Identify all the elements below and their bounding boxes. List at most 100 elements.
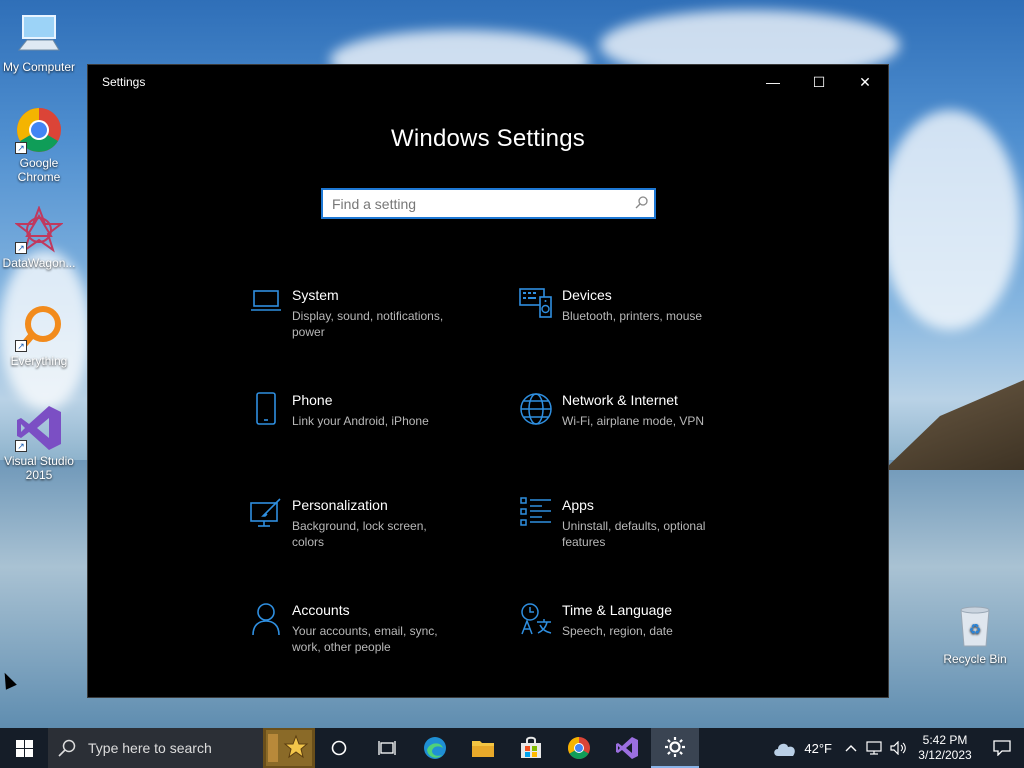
tile-description: Display, sound, notifications, power (292, 309, 444, 339)
shortcut-arrow-icon: ↗ (15, 142, 27, 154)
cortana-button[interactable] (315, 728, 363, 768)
tile-name: Time & Language (562, 602, 672, 618)
tile-name: Accounts (292, 602, 350, 618)
desktop-icon-everything[interactable]: ↗ Everything (0, 304, 78, 368)
page-title: Windows Settings (391, 125, 585, 152)
taskbar-search-box[interactable]: Type here to search (48, 728, 263, 768)
clock-date: 3/12/2023 (918, 748, 972, 762)
tile-apps[interactable]: Apps Uninstall, defaults, optional featu… (510, 493, 780, 598)
svg-text:♻: ♻ (969, 622, 982, 638)
taskbar-file-explorer[interactable] (459, 728, 507, 768)
action-center-button[interactable] (980, 728, 1024, 768)
weather-widget[interactable]: 42°F (764, 739, 840, 757)
tile-network-internet[interactable]: Network & Internet Wi-Fi, airplane mode,… (510, 388, 780, 493)
desktop-icon-label: Everything (10, 354, 68, 368)
desktop-icon-label: My Computer (2, 60, 76, 74)
magnifier-icon: ↗ (15, 304, 63, 352)
settings-window: Settings — ☐ ✕ Windows Settings System D… (87, 64, 889, 698)
tile-description: Link your Android, iPhone (292, 414, 429, 428)
computer-icon (15, 10, 63, 58)
task-view-icon (378, 741, 396, 755)
taskbar-store[interactable] (507, 728, 555, 768)
tile-phone[interactable]: Phone Link your Android, iPhone (240, 388, 510, 493)
tile-name: System (292, 287, 339, 303)
taskbar-chrome[interactable] (555, 728, 603, 768)
chrome-icon: ↗ (15, 106, 63, 154)
search-icon[interactable] (628, 195, 654, 212)
desktop-icon-google-chrome[interactable]: ↗ Google Chrome (0, 106, 78, 184)
tile-name: Apps (562, 497, 594, 513)
tile-devices[interactable]: Devices Bluetooth, printers, mouse (510, 283, 780, 388)
minimize-button[interactable]: — (750, 65, 796, 99)
windows-logo-icon (15, 739, 33, 757)
settings-search-box[interactable] (321, 188, 656, 219)
wallpaper-rock (884, 380, 1024, 470)
shortcut-arrow-icon: ↗ (15, 242, 27, 254)
shortcut-arrow-icon: ↗ (15, 340, 27, 352)
desktop-icon-label: Visual Studio 2015 (4, 454, 74, 482)
keyboard-speaker-icon (510, 283, 562, 323)
volume-tray-button[interactable] (886, 728, 910, 768)
window-titlebar[interactable]: Settings — ☐ ✕ (88, 65, 888, 99)
taskbar-clock[interactable]: 5:42 PM 3/12/2023 (910, 733, 980, 763)
cortana-circle-icon (331, 740, 347, 756)
cloud-icon (774, 743, 796, 756)
show-hidden-icons-button[interactable] (840, 728, 862, 768)
shortcut-arrow-icon: ↗ (15, 440, 27, 452)
desktop-icon-visual-studio[interactable]: ↗ Visual Studio 2015 (0, 404, 78, 482)
tile-system[interactable]: System Display, sound, notifications, po… (240, 283, 510, 388)
tile-name: Network & Internet (562, 392, 678, 408)
laptop-icon (240, 283, 292, 323)
tile-description: Bluetooth, printers, mouse (562, 309, 703, 323)
tile-description: Speech, region, date (562, 624, 673, 638)
taskbar-visual-studio[interactable] (603, 728, 651, 768)
desktop-icon-my-computer[interactable]: My Computer (0, 10, 78, 74)
window-title: Settings (102, 75, 146, 89)
chrome-icon (568, 737, 590, 759)
folder-icon (472, 741, 494, 757)
network-tray-button[interactable] (862, 728, 886, 768)
close-button[interactable]: ✕ (842, 65, 888, 99)
settings-category-grid: System Display, sound, notifications, po… (240, 283, 800, 703)
tile-description: Background, lock screen, colors (292, 519, 427, 549)
desktop-icon-label: Recycle Bin (943, 652, 1007, 666)
edge-icon (424, 737, 446, 759)
taskbar-edge[interactable] (411, 728, 459, 768)
desktop-icon-datawagon[interactable]: ↗ DataWagon... (0, 205, 78, 270)
paint-monitor-icon (240, 493, 292, 533)
speaker-icon (890, 741, 906, 755)
visual-studio-icon (616, 737, 638, 759)
maximize-button[interactable]: ☐ (796, 65, 842, 99)
desktop-icon-label: DataWagon... (2, 256, 76, 270)
apps-list-icon (510, 493, 562, 533)
store-icon (521, 736, 541, 758)
taskbar-search-placeholder: Type here to search (88, 740, 212, 756)
globe-icon (510, 388, 562, 428)
tile-accounts[interactable]: Accounts Your accounts, email, sync, wor… (240, 598, 510, 703)
tile-name: Personalization (292, 497, 388, 513)
settings-search-input[interactable] (323, 190, 628, 217)
weather-temperature: 42°F (804, 740, 832, 756)
tile-description: Uninstall, defaults, optional features (562, 519, 706, 549)
task-view-button[interactable] (363, 728, 411, 768)
recycle-bin-icon: ♻ (951, 602, 999, 650)
desktop-icon-label: Google Chrome (17, 156, 61, 184)
taskbar: Type here to search 42°F 5:42 PM 3/12/20… (0, 728, 1024, 768)
taskbar-settings[interactable] (651, 728, 699, 768)
tile-time-language[interactable]: Time & Language Speech, region, date (510, 598, 780, 703)
system-tray: 42°F 5:42 PM 3/12/2023 (764, 728, 1024, 768)
clock-time: 5:42 PM (922, 733, 968, 747)
notification-icon (993, 740, 1011, 756)
chevron-up-icon (845, 745, 857, 752)
person-icon (240, 598, 292, 638)
desktop-icon-recycle-bin[interactable]: ♻ Recycle Bin (936, 602, 1014, 666)
tile-name: Devices (562, 287, 612, 303)
network-icon (866, 741, 882, 755)
time-language-icon (510, 598, 562, 638)
search-highlight-icon (266, 730, 312, 766)
search-icon (58, 739, 76, 757)
tile-personalization[interactable]: Personalization Background, lock screen,… (240, 493, 510, 598)
tile-description: Wi-Fi, airplane mode, VPN (562, 414, 705, 428)
search-highlight-button[interactable] (263, 728, 315, 768)
start-button[interactable] (0, 728, 48, 768)
